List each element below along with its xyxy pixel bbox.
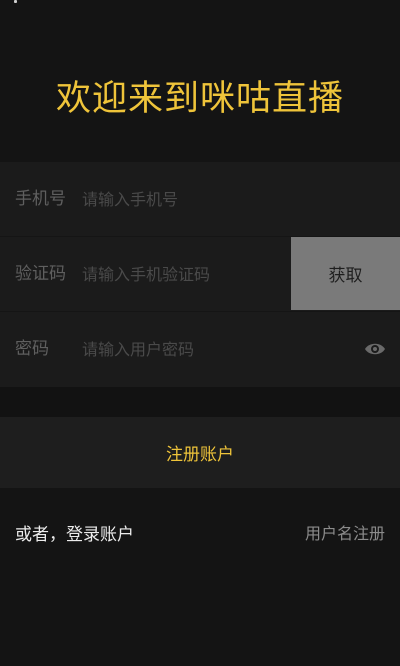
register-screen: 欢迎来到咪咕直播 手机号 验证码 获取 密码 注册账户 或者，登录账户 用户名注 [0, 0, 400, 666]
status-bar-indicator [14, 0, 17, 3]
register-button[interactable]: 注册账户 [0, 417, 400, 488]
code-label: 验证码 [15, 264, 66, 284]
password-input[interactable] [80, 332, 282, 367]
username-register-link[interactable]: 用户名注册 [305, 520, 385, 544]
welcome-title: 欢迎来到咪咕直播 [55, 79, 344, 119]
get-code-button[interactable]: 获取 [291, 237, 400, 310]
eye-icon[interactable] [364, 338, 386, 360]
password-row: 密码 [0, 312, 400, 387]
phone-input[interactable] [80, 182, 352, 217]
login-link[interactable]: 或者，登录账户 [15, 520, 134, 545]
phone-row: 手机号 [0, 162, 400, 237]
password-label: 密码 [15, 339, 49, 359]
phone-label: 手机号 [15, 189, 66, 209]
register-form: 手机号 验证码 获取 密码 [0, 162, 400, 387]
code-input[interactable] [80, 257, 282, 292]
section-divider [0, 387, 400, 417]
